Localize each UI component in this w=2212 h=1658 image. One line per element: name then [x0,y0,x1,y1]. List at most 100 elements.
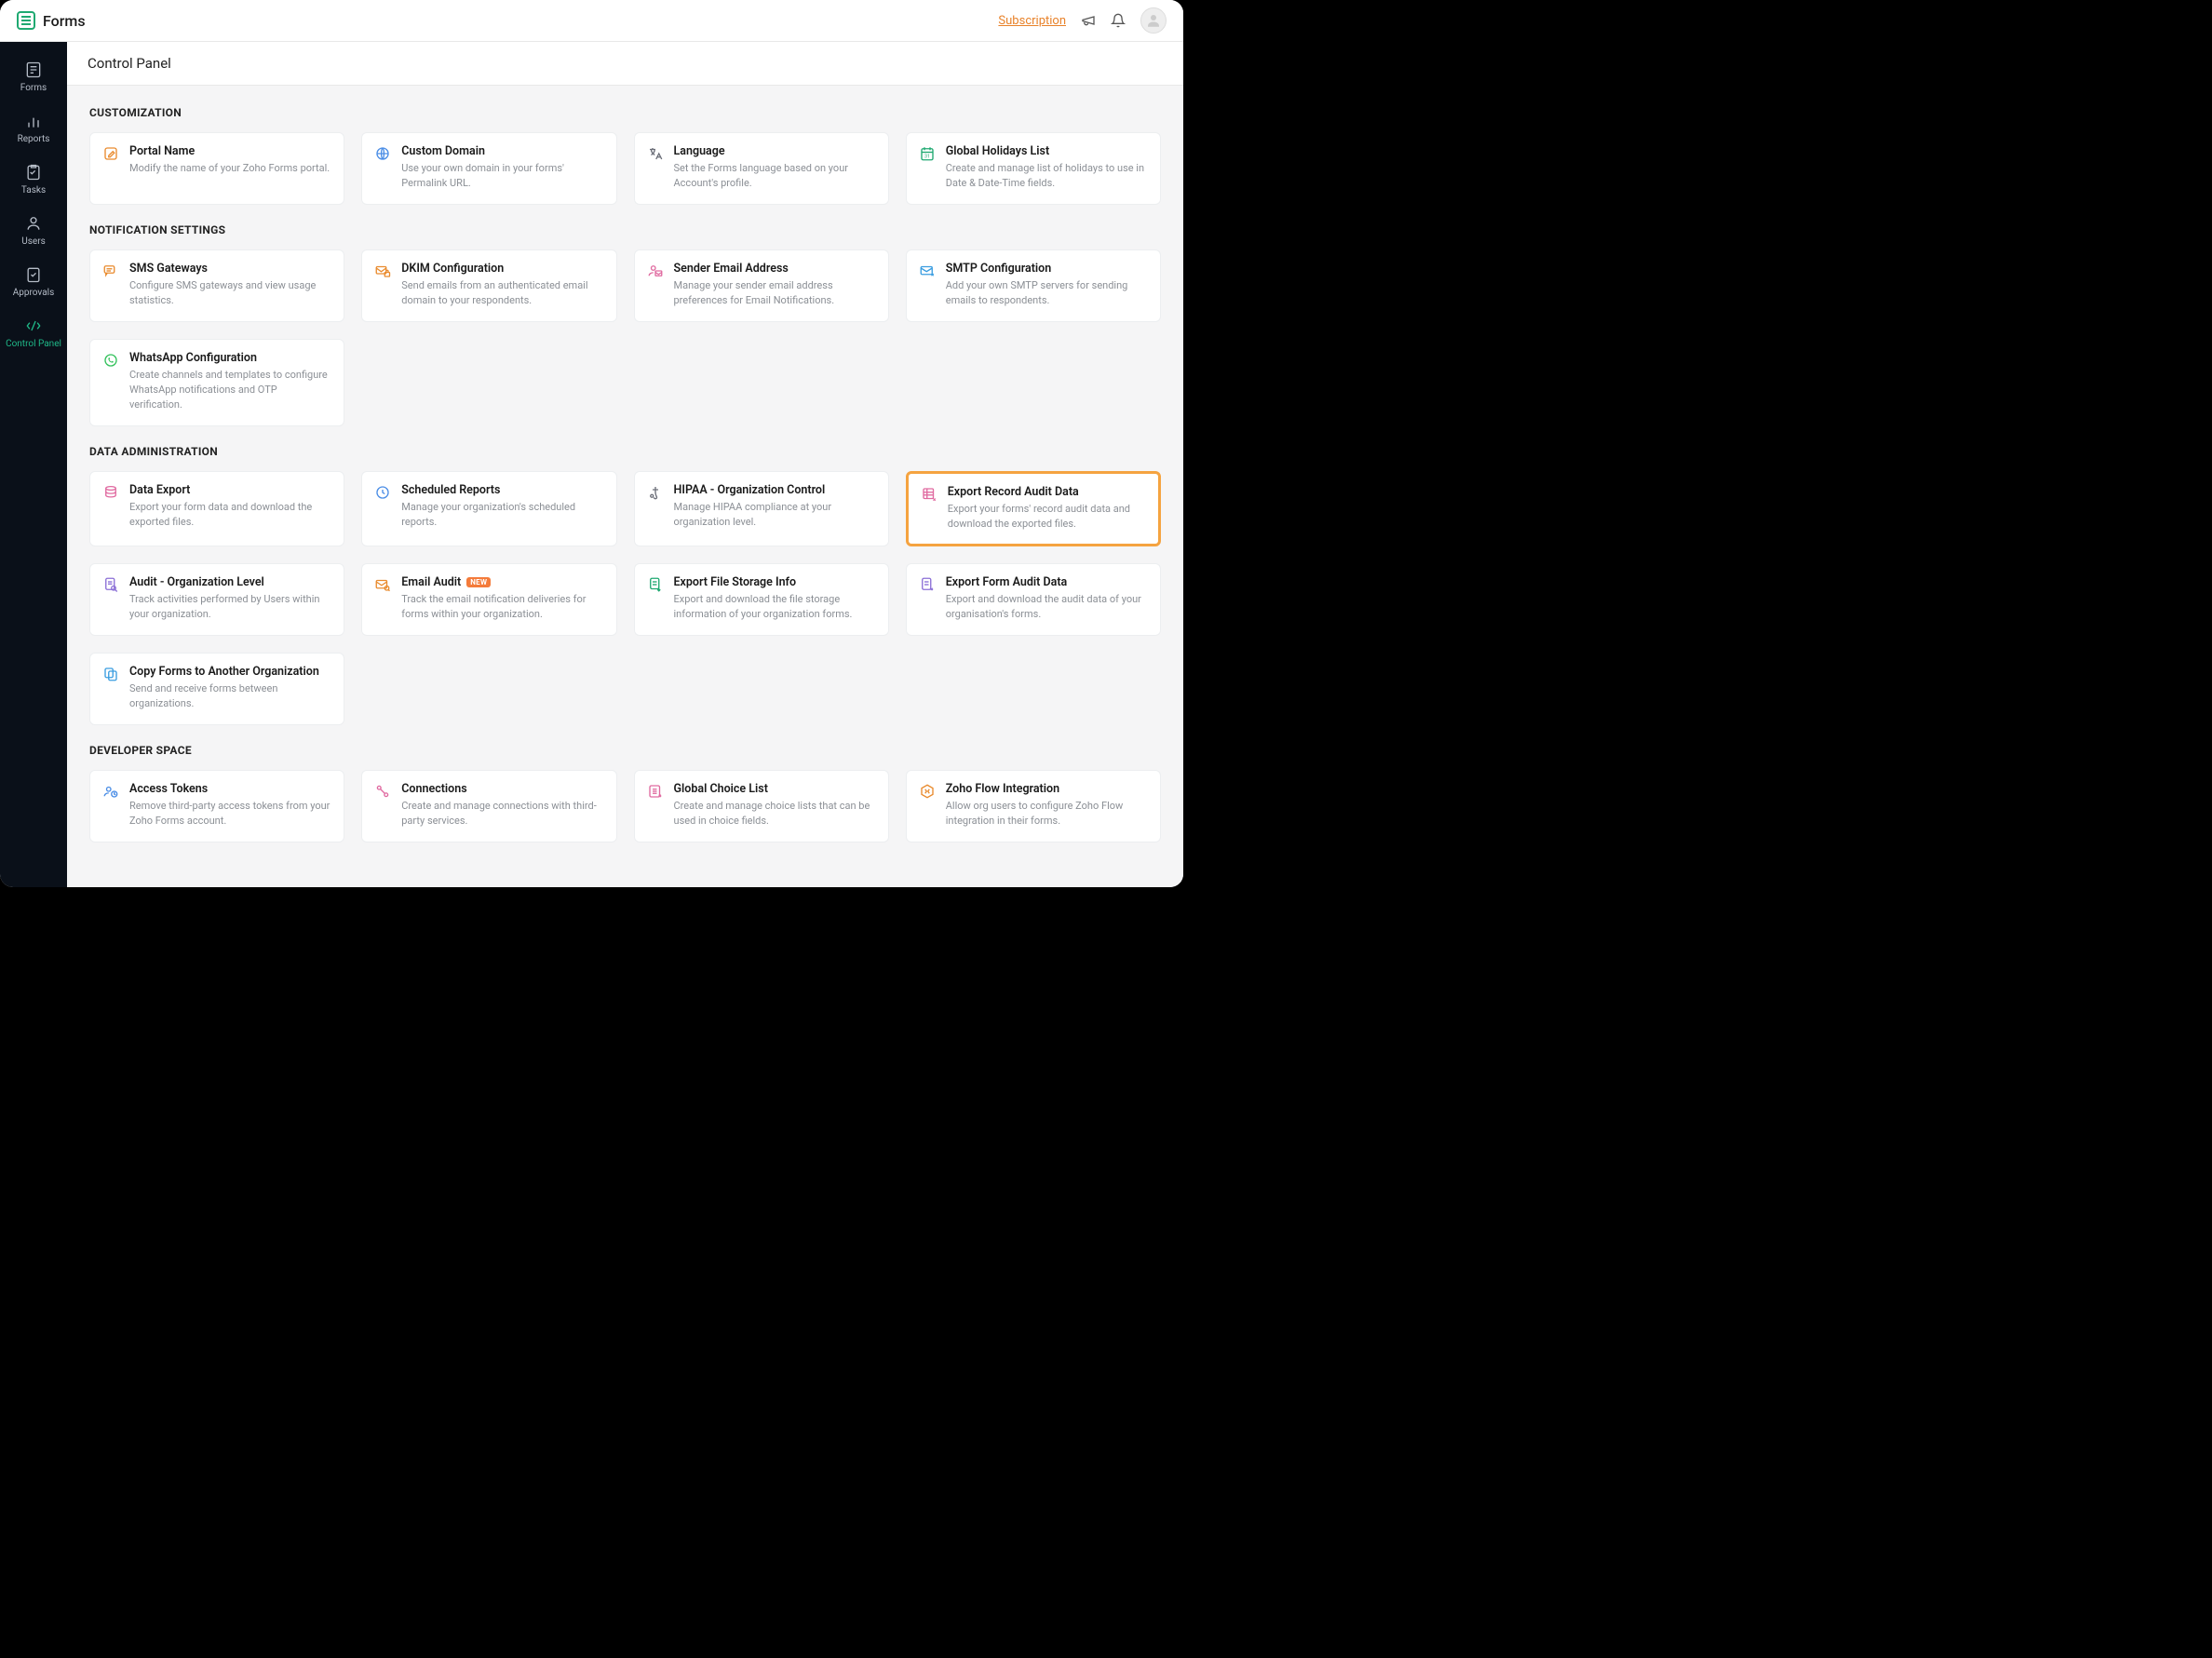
file-storage-icon [646,575,665,594]
avatar[interactable] [1140,7,1167,34]
card-grid: Access TokensRemove third-party access t… [89,770,1161,842]
sidebar: Forms Reports Tasks Users Approvals Cont… [0,42,67,887]
card-title: Export Form Audit Data [946,575,1149,589]
card-dkim-configuration[interactable]: DKIM ConfigurationSend emails from an au… [361,249,616,322]
flow-icon [918,782,937,801]
database-icon [101,483,120,502]
card-smtp-configuration[interactable]: SMTP Configuration Add your own SMTP serv… [906,249,1161,322]
card-desc: Set the Forms language based on your Acc… [674,161,877,191]
section-heading: CUSTOMIZATION [89,106,1161,119]
sidebar-item-tasks[interactable]: Tasks [0,154,67,203]
topbar: Forms Subscription [0,0,1183,42]
section-heading: DATA ADMINISTRATION [89,445,1161,458]
card-scheduled-reports[interactable]: Scheduled ReportsManage your organizatio… [361,471,616,547]
card-desc: Create channels and templates to configu… [129,368,332,412]
card-desc: Create and manage list of holidays to us… [946,161,1149,191]
whatsapp-icon [101,351,120,370]
section-heading: NOTIFICATION SETTINGS [89,223,1161,236]
control-panel-icon [24,317,43,335]
card-global-choice-list[interactable]: Global Choice List Create and manage choi… [634,770,889,842]
clock-icon [373,483,392,502]
new-badge: NEW [466,577,491,587]
user-mail-icon [646,262,665,280]
card-whatsapp-configuration[interactable]: WhatsApp Configuration Create channels an… [89,339,344,426]
card-zoho-flow-integration[interactable]: Zoho Flow Integration Allow org users to … [906,770,1161,842]
card-copy-forms-to-another-organization[interactable]: Copy Forms to Another OrganizationSend a… [89,653,344,725]
form-export-icon [918,575,937,594]
sidebar-item-users[interactable]: Users [0,205,67,254]
card-desc: Track the email notification deliveries … [401,592,604,622]
card-export-form-audit-data[interactable]: Export Form Audit Data Export and downloa… [906,563,1161,636]
card-export-record-audit-data[interactable]: Export Record Audit DataExport your form… [906,471,1161,547]
card-grid: SMS Gateways Configure SMS gateways and v… [89,249,1161,426]
card-global-holidays-list[interactable]: 31 Global Holidays List Create and manage … [906,132,1161,205]
card-title: Export File Storage Info [674,575,877,589]
card-title: Audit - Organization Level [129,575,332,589]
card-title: WhatsApp Configuration [129,351,332,365]
mail-send-icon [918,262,937,280]
card-desc: Send and receive forms between organizat… [129,681,332,711]
card-title: HIPAA - Organization Control [674,483,877,497]
card-desc: Create and manage connections with third… [401,799,604,829]
announcement-icon[interactable] [1081,13,1096,28]
card-email-audit[interactable]: Email AuditNEWTrack the email notificati… [361,563,616,636]
card-desc: Allow org users to configure Zoho Flow i… [946,799,1149,829]
card-title: Global Choice List [674,782,877,796]
brand[interactable]: Forms [17,11,86,30]
card-language[interactable]: LanguageSet the Forms language based on … [634,132,889,205]
card-title: Sender Email Address [674,262,877,276]
topbar-right: Subscription [998,7,1167,34]
sidebar-item-control-panel[interactable]: Control Panel [0,307,67,357]
card-title: Connections [401,782,604,796]
card-desc: Create and manage choice lists that can … [674,799,877,829]
reports-icon [24,112,43,130]
svg-text:31: 31 [924,155,930,160]
card-desc: Manage your sender email address prefere… [674,278,877,308]
card-title: Zoho Flow Integration [946,782,1149,796]
copy-icon [101,665,120,683]
card-title: Global Holidays List [946,144,1149,158]
approvals-icon [24,265,43,284]
card-custom-domain[interactable]: Custom Domain Use your own domain in your… [361,132,616,205]
card-export-file-storage-info[interactable]: Export File Storage Info Export and downl… [634,563,889,636]
card-grid: Data ExportExport your form data and dow… [89,471,1161,726]
card-portal-name[interactable]: Portal Name Modify the name of your Zoho … [89,132,344,205]
card-title: Custom Domain [401,144,604,158]
card-data-export[interactable]: Data ExportExport your form data and dow… [89,471,344,547]
mail-audit-icon [373,575,392,594]
sidebar-item-forms[interactable]: Forms [0,51,67,101]
card-access-tokens[interactable]: Access TokensRemove third-party access t… [89,770,344,842]
card-desc: Modify the name of your Zoho Forms porta… [129,161,332,176]
table-export-icon [920,485,938,504]
brand-logo-icon [17,11,35,30]
card-desc: Use your own domain in your forms' Perma… [401,161,604,191]
page-title: Control Panel [67,42,1183,86]
sidebar-item-approvals[interactable]: Approvals [0,256,67,305]
card-desc: Add your own SMTP servers for sending em… [946,278,1149,308]
card-connections[interactable]: Connections Create and manage connections… [361,770,616,842]
users-icon [24,214,43,233]
card-desc: Manage your organization's scheduled rep… [401,500,604,530]
card-hipaa-organization-control[interactable]: HIPAA - Organization ControlManage HIPAA… [634,471,889,547]
tasks-icon [24,163,43,182]
card-desc: Remove third-party access tokens from yo… [129,799,332,829]
card-desc: Export and download the file storage inf… [674,592,877,622]
medical-icon [646,483,665,502]
card-desc: Configure SMS gateways and view usage st… [129,278,332,308]
card-title: SMTP Configuration [946,262,1149,276]
card-title: SMS Gateways [129,262,332,276]
card-desc: Export and download the audit data of yo… [946,592,1149,622]
section-heading: DEVELOPER SPACE [89,744,1161,757]
card-desc: Export your forms' record audit data and… [948,502,1147,532]
subscription-link[interactable]: Subscription [998,14,1066,28]
card-sender-email-address[interactable]: Sender Email Address Manage your sender e… [634,249,889,322]
card-sms-gateways[interactable]: SMS Gateways Configure SMS gateways and v… [89,249,344,322]
sidebar-item-reports[interactable]: Reports [0,102,67,152]
card-title: Portal Name [129,144,332,158]
card-audit-organization-level[interactable]: Audit - Organization Level Track activiti… [89,563,344,636]
card-desc: Track activities performed by Users with… [129,592,332,622]
bell-icon[interactable] [1111,13,1126,28]
list-icon [646,782,665,801]
sidebar-item-label: Control Panel [6,339,61,350]
brand-text: Forms [43,12,86,30]
